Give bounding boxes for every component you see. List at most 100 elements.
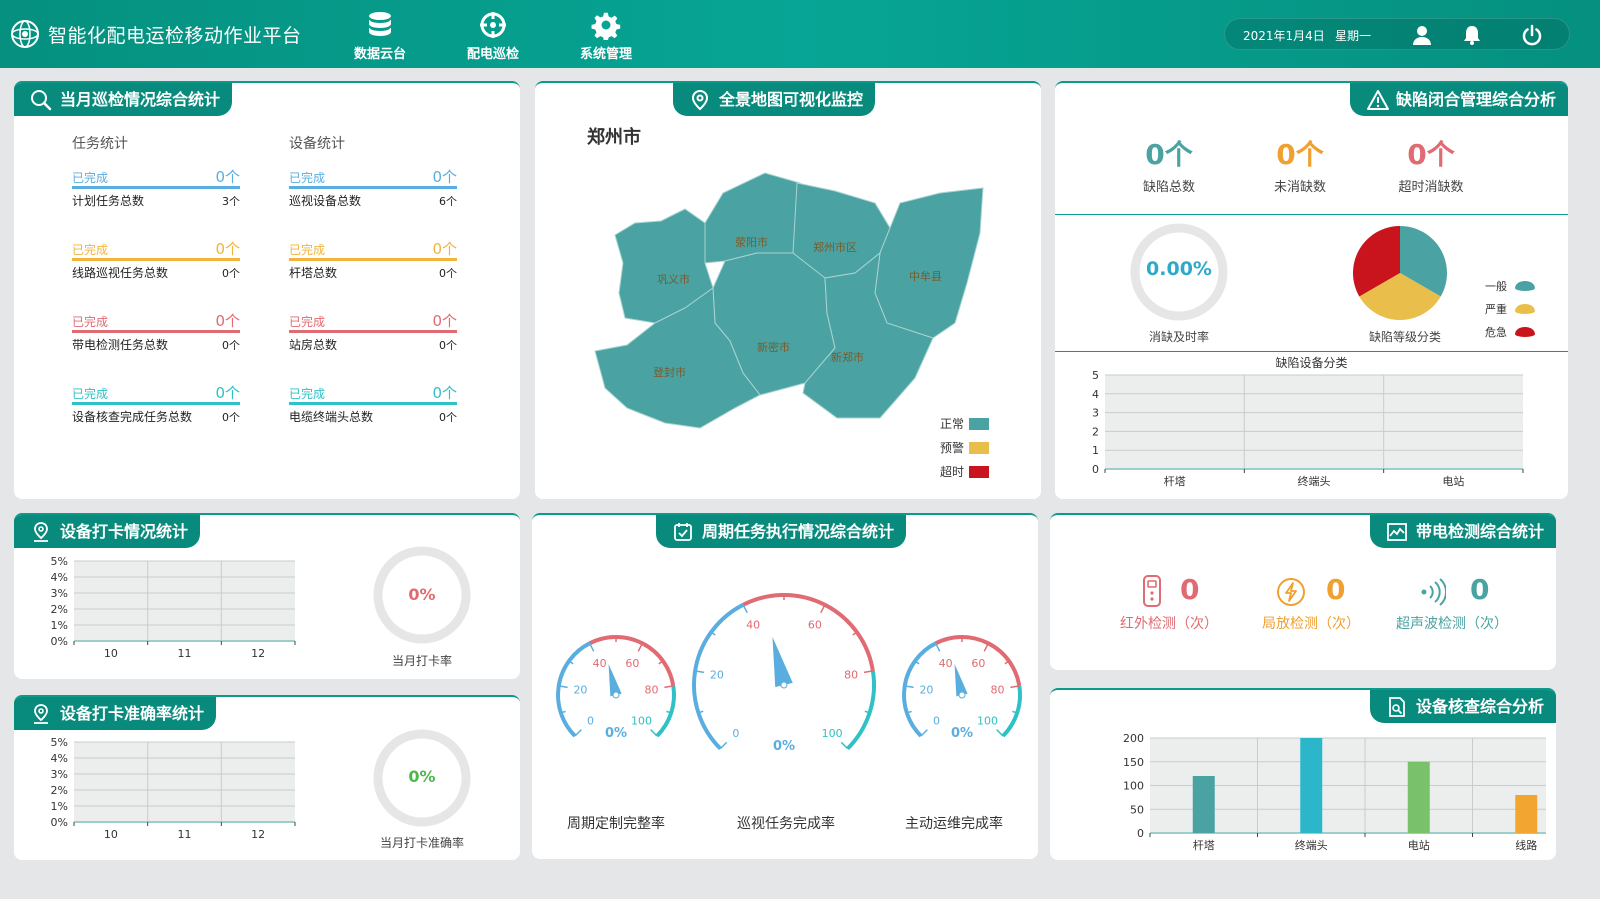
defect-panel: 缺陷闭合管理综合分析 0.00% 消缺及时率 缺陷等级分类 缺陷设备分类 012… <box>1055 81 1568 499</box>
map-pin-icon <box>34 522 48 542</box>
gauge-tick-label: 0 <box>933 714 940 727</box>
gauge-tick-label: 100 <box>631 714 652 727</box>
x-tick-label: 12 <box>251 647 265 660</box>
gauge-tick-label: 80 <box>991 683 1005 696</box>
line-chart-icon <box>1387 523 1407 541</box>
bar[interactable] <box>1407 761 1430 833</box>
x-tick-label: 杆塔 <box>1193 838 1215 852</box>
gauge-tick <box>920 729 928 737</box>
legend-swatch <box>969 442 989 454</box>
pie-label: 缺陷等级分类 <box>1368 330 1441 344</box>
gauge-pointer <box>772 636 793 688</box>
infrared-icon <box>1143 575 1161 607</box>
verify-chart[interactable]: 0 50 100 150 200 杆塔 终端头 电站 线路 <box>1060 726 1546 858</box>
done-count: 0个 <box>432 384 457 402</box>
panel-title: 设备核查综合分析 <box>1369 690 1556 723</box>
gauge-tick-label: 40 <box>746 618 760 631</box>
stat-name: 站房总数 <box>289 338 338 352</box>
done-count: 0个 <box>432 312 457 330</box>
map-pin-icon <box>34 704 48 724</box>
device-stats-heading: 设备统计 <box>289 136 345 152</box>
stat-total: 6个 <box>439 195 457 208</box>
y-tick-label: 5 <box>1092 369 1099 382</box>
panel-title: 带电检测综合统计 <box>1369 515 1556 548</box>
y-tick-label: 4% <box>51 752 68 765</box>
checkin-panel: 设备打卡情况统计 0% 1% 2% 3% 4% 5% 10 11 12 0% 当月打卡率 <box>14 513 520 679</box>
accuracy-rate: 0% <box>408 767 436 786</box>
defect-kpi-label: 未消缺数 <box>1273 180 1326 195</box>
pie-legend-label: 危急 <box>1485 326 1507 339</box>
stat-name: 设备核查完成任务总数 <box>72 410 193 424</box>
crosshair-icon <box>480 12 506 38</box>
defect-device-chart[interactable]: 0 1 2 3 4 5 杆塔 终端头 电站 <box>1075 369 1555 491</box>
map-panel: 全景地图可视化监控 郑州市 荥阳市 郑州市区 巩义市 中牟县 新密市 新郑市 登… <box>535 81 1041 499</box>
done-label: 已完成 <box>289 171 326 185</box>
y-tick-label: 2 <box>1092 425 1099 438</box>
done-label: 已完成 <box>289 243 326 257</box>
x-tick-label: 电站 <box>1442 474 1464 488</box>
y-tick-label: 3% <box>51 587 68 600</box>
done-count: 0个 <box>215 240 240 258</box>
panel-title: 设备打卡情况统计 <box>14 515 201 548</box>
done-count: 0个 <box>215 312 240 330</box>
partial-discharge-count: 0 <box>1326 573 1346 606</box>
stat-total: 0个 <box>222 339 240 352</box>
bar[interactable] <box>1192 776 1215 833</box>
checkin-rate-label: 当月打卡率 <box>391 654 452 668</box>
y-tick-label: 150 <box>1123 756 1144 769</box>
defect-level-pie[interactable] <box>1345 218 1455 328</box>
logo-icon <box>11 20 39 48</box>
panel-title-text: 周期任务执行情况综合统计 <box>702 522 895 541</box>
stat-total: 0个 <box>222 267 240 280</box>
x-tick-label: 11 <box>178 828 192 841</box>
pie-legend-label: 严重 <box>1485 303 1507 316</box>
power-icon[interactable] <box>1521 24 1543 46</box>
nav-data-platform[interactable]: 数据云台 <box>335 8 425 64</box>
x-tick-label: 12 <box>251 828 265 841</box>
partial-discharge-label: 局放检测（次） <box>1262 616 1360 632</box>
pie-legend-swatch <box>1515 304 1535 314</box>
user-toolbar: 2021年1月4日 星期一 <box>1224 18 1570 50</box>
zhengzhou-map[interactable]: 荥阳市 郑州市区 巩义市 中牟县 新密市 新郑市 登封市 <box>535 83 1041 499</box>
rate-label: 消缺及时率 <box>1148 330 1209 344</box>
nav-system-settings[interactable]: 系统管理 <box>561 8 651 64</box>
device-stat-row: 已完成 0个 杆塔总数 0个 <box>289 240 457 280</box>
panel-title: 当月巡检情况综合统计 <box>14 83 233 116</box>
progress-bar <box>289 402 457 405</box>
stat-name: 线路巡视任务总数 <box>72 266 169 280</box>
y-tick-label: 1 <box>1092 444 1099 457</box>
top-bar: 智能化配电运检移动作业平台 数据云台 配电巡检 系统管理 2021年1月4日 星… <box>0 0 1600 68</box>
stat-total: 0个 <box>222 411 240 424</box>
warning-icon <box>1366 90 1389 110</box>
gauge-label: 主动运维完成率 <box>905 816 1003 832</box>
gauge-tick-label: 100 <box>822 727 843 740</box>
gauge-pivot <box>612 691 620 699</box>
checkin-accuracy-chart[interactable]: 0% 1% 2% 3% 4% 5% 10 11 12 <box>34 734 334 856</box>
x-tick-label: 10 <box>104 828 118 841</box>
ultrasonic-count: 0 <box>1470 573 1490 606</box>
gauge-arc <box>1001 685 1022 738</box>
panel-title-text: 设备打卡情况统计 <box>60 522 189 541</box>
map-label: 中牟县 <box>909 269 942 283</box>
gauge-tick-label: 80 <box>844 668 858 681</box>
ultrasonic-icon <box>1421 578 1446 606</box>
checkin-rate: 0% <box>408 585 436 604</box>
legend-swatch <box>969 418 989 430</box>
gauge-group: 0 20 40 60 80 100 0% 0 20 40 60 80 100 0% 0 20 40 60 80 100… <box>556 593 1022 754</box>
divider <box>1055 351 1568 352</box>
checkin-chart[interactable]: 0% 1% 2% 3% 4% 5% 10 11 12 <box>34 553 334 675</box>
device-stat-row: 已完成 0个 电缆终端头总数 0个 <box>289 384 457 424</box>
device-stat-row: 已完成 0个 站房总数 0个 <box>289 312 457 352</box>
y-tick-label: 1% <box>51 800 68 813</box>
nav-distribution-patrol[interactable]: 配电巡检 <box>448 8 538 64</box>
bar[interactable] <box>1515 795 1538 833</box>
gauge-label: 周期定制完整率 <box>567 816 665 832</box>
bar[interactable] <box>1300 738 1323 833</box>
user-icon[interactable] <box>1411 24 1433 46</box>
nav-label: 配电巡检 <box>466 47 519 62</box>
bell-icon[interactable] <box>1461 24 1483 46</box>
stat-name: 计划任务总数 <box>72 194 145 208</box>
infrared-label: 红外检测（次） <box>1120 616 1218 632</box>
done-count: 0个 <box>432 168 457 186</box>
done-label: 已完成 <box>289 315 326 329</box>
